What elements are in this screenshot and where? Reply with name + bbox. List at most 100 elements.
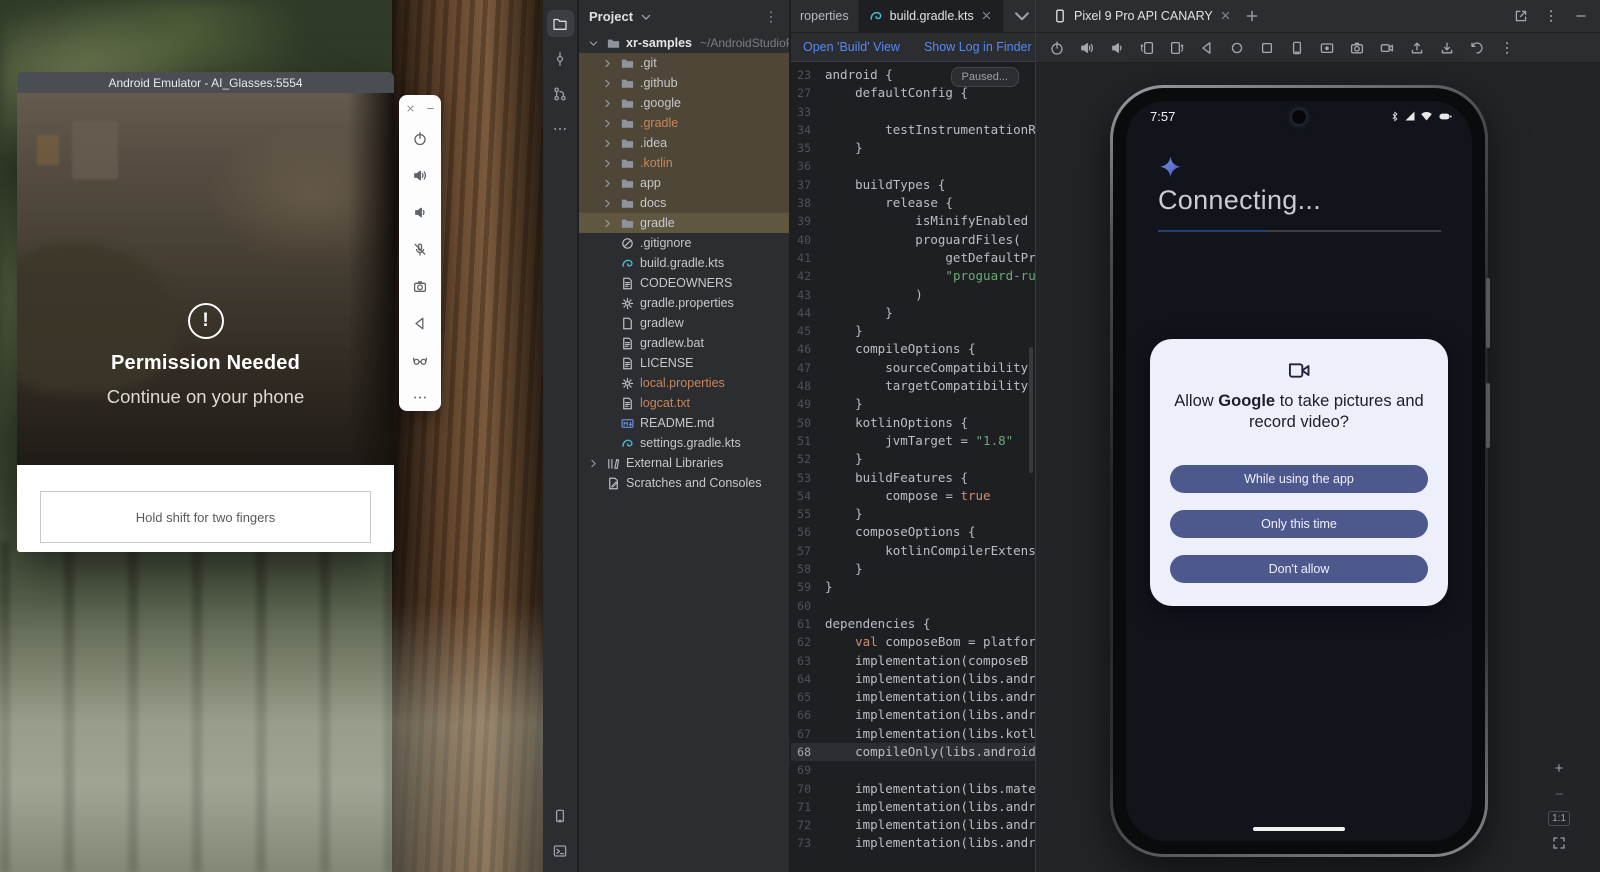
- tree-item-gradle[interactable]: .gradle: [579, 113, 789, 133]
- code-line-66[interactable]: 66 implementation(libs.andr: [791, 706, 1035, 724]
- emulator-screen[interactable]: ! Permission Needed Continue on your pho…: [17, 93, 394, 465]
- code-line-45[interactable]: 45 }: [791, 322, 1035, 340]
- code-line-68[interactable]: 68 compileOnly(libs.android: [791, 743, 1035, 761]
- code-line-34[interactable]: 34 testInstrumentationR: [791, 121, 1035, 139]
- code-line-54[interactable]: 54 compose = true: [791, 487, 1035, 505]
- editor-scrollbar[interactable]: [1029, 347, 1033, 473]
- fit-screen-button[interactable]: [1550, 834, 1568, 852]
- tree-item-github[interactable]: .github: [579, 73, 789, 93]
- code-line-72[interactable]: 72 implementation(libs.andr: [791, 816, 1035, 834]
- mic-off-button[interactable]: [405, 234, 435, 264]
- code-line-59[interactable]: 59}: [791, 578, 1035, 596]
- minimize-button[interactable]: [422, 100, 438, 116]
- structure-button[interactable]: [547, 80, 574, 107]
- screen-record-button[interactable]: [1316, 37, 1338, 59]
- tree-item-docs[interactable]: docs: [579, 193, 789, 213]
- volume-down-button[interactable]: [1106, 37, 1128, 59]
- tree-item-logcat-txt[interactable]: logcat.txt: [579, 393, 789, 413]
- upload-button[interactable]: [1406, 37, 1428, 59]
- code-line-58[interactable]: 58 }: [791, 560, 1035, 578]
- tree-item-local-properties[interactable]: local.properties: [579, 373, 789, 393]
- commit-button[interactable]: [547, 45, 574, 72]
- power-button[interactable]: [405, 123, 435, 153]
- overview-button[interactable]: [1256, 37, 1278, 59]
- volume-down-button[interactable]: [405, 197, 435, 227]
- tree-item-idea[interactable]: .idea: [579, 133, 789, 153]
- close-tab-icon[interactable]: [1219, 9, 1233, 23]
- project-panel-title[interactable]: Project: [589, 9, 633, 24]
- tree-item-kotlin[interactable]: .kotlin: [579, 153, 789, 173]
- code-line-37[interactable]: 37 buildTypes {: [791, 176, 1035, 194]
- code-line-69[interactable]: 69: [791, 761, 1035, 779]
- back-button[interactable]: [405, 308, 435, 338]
- zoom-in-button[interactable]: +: [1550, 759, 1568, 777]
- code-line-40[interactable]: 40 proguardFiles(: [791, 231, 1035, 249]
- code-line-55[interactable]: 55 }: [791, 505, 1035, 523]
- tree-item-git[interactable]: .git: [579, 53, 789, 73]
- editor-tab-build-gradle-kts[interactable]: build.gradle.kts: [859, 0, 1004, 32]
- code-line-70[interactable]: 70 implementation(libs.mate: [791, 780, 1035, 798]
- zoom-out-button[interactable]: −: [1550, 785, 1568, 803]
- code-line-65[interactable]: 65 implementation(libs.andr: [791, 688, 1035, 706]
- tree-item-settings-gradle-kts[interactable]: settings.gradle.kts: [579, 433, 789, 453]
- dialog-button-while-using-the-app[interactable]: While using the app: [1170, 465, 1428, 493]
- code-line-47[interactable]: 47 sourceCompatibility: [791, 359, 1035, 377]
- hidden-tabs-button[interactable]: [1009, 0, 1035, 32]
- editor-tab-roperties[interactable]: roperties: [791, 0, 859, 32]
- code-editor[interactable]: 23android {27 defaultConfig {3334 testIn…: [791, 62, 1035, 872]
- tree-item-xr-samples[interactable]: xr-samples ~/AndroidStudioProj: [579, 33, 789, 53]
- chevron-down-icon[interactable]: [638, 9, 654, 25]
- code-line-27[interactable]: 27 defaultConfig {: [791, 84, 1035, 102]
- volume-up-button[interactable]: [1076, 37, 1098, 59]
- device-screen[interactable]: 7:57: [1126, 101, 1472, 841]
- tree-item-readme-md[interactable]: README.md: [579, 413, 789, 433]
- close-tab-icon[interactable]: [980, 9, 994, 23]
- new-device-tab-button[interactable]: [1241, 5, 1263, 27]
- code-line-43[interactable]: 43 ): [791, 286, 1035, 304]
- code-line-39[interactable]: 39 isMinifyEnabled: [791, 212, 1035, 230]
- home-button[interactable]: [1226, 37, 1248, 59]
- code-line-50[interactable]: 50 kotlinOptions {: [791, 414, 1035, 432]
- code-line-53[interactable]: 53 buildFeatures {: [791, 469, 1035, 487]
- terminal-button[interactable]: [547, 837, 574, 864]
- snapshot-button[interactable]: [1466, 37, 1488, 59]
- code-line-73[interactable]: 73 implementation(libs.andr: [791, 834, 1035, 852]
- code-line-38[interactable]: 38 release {: [791, 194, 1035, 212]
- download-button[interactable]: [1436, 37, 1458, 59]
- tree-item-gradlew-bat[interactable]: gradlew.bat: [579, 333, 789, 353]
- code-line-61[interactable]: 61dependencies {: [791, 615, 1035, 633]
- tree-item-codeowners[interactable]: CODEOWNERS: [579, 273, 789, 293]
- dialog-button-only-this-time[interactable]: Only this time: [1170, 510, 1428, 538]
- tree-item-app[interactable]: app: [579, 173, 789, 193]
- power-button[interactable]: [1046, 37, 1068, 59]
- code-line-36[interactable]: 36: [791, 157, 1035, 175]
- tree-item-scratches-and-consoles[interactable]: Scratches and Consoles: [579, 473, 789, 493]
- zoom-ratio[interactable]: 1:1: [1548, 811, 1570, 826]
- screenshot-button[interactable]: [1286, 37, 1308, 59]
- notification-link-show-log-in-finder[interactable]: Show Log in Finder: [924, 40, 1032, 54]
- minimize-button[interactable]: [1570, 5, 1592, 27]
- tree-item-gradle[interactable]: gradle: [579, 213, 789, 233]
- code-line-51[interactable]: 51 jvmTarget = "1.8": [791, 432, 1035, 450]
- tree-item-external-libraries[interactable]: External Libraries: [579, 453, 789, 473]
- code-line-42[interactable]: 42 "proguard-ru: [791, 267, 1035, 285]
- code-line-63[interactable]: 63 implementation(composeB: [791, 652, 1035, 670]
- code-line-56[interactable]: 56 composeOptions {: [791, 523, 1035, 541]
- code-line-62[interactable]: 62 val composeBom = platfor: [791, 633, 1035, 651]
- code-line-67[interactable]: 67 implementation(libs.kotl: [791, 725, 1035, 743]
- tree-item-license[interactable]: LICENSE: [579, 353, 789, 373]
- panel-options-icon[interactable]: [763, 9, 779, 25]
- code-line-71[interactable]: 71 implementation(libs.andr: [791, 798, 1035, 816]
- code-line-57[interactable]: 57 kotlinCompilerExtens: [791, 542, 1035, 560]
- code-line-46[interactable]: 46 compileOptions {: [791, 340, 1035, 358]
- notification-link-open-build-view[interactable]: Open 'Build' View: [803, 40, 900, 54]
- code-line-52[interactable]: 52 }: [791, 450, 1035, 468]
- open-in-new-button[interactable]: [1510, 5, 1532, 27]
- back-button[interactable]: [1196, 37, 1218, 59]
- code-line-33[interactable]: 33: [791, 103, 1035, 121]
- code-line-60[interactable]: 60: [791, 597, 1035, 615]
- more-button[interactable]: [405, 382, 435, 412]
- emulator-title[interactable]: Android Emulator - AI_Glasses:5554: [17, 72, 394, 93]
- volume-up-button[interactable]: [405, 160, 435, 190]
- close-button[interactable]: [402, 100, 418, 116]
